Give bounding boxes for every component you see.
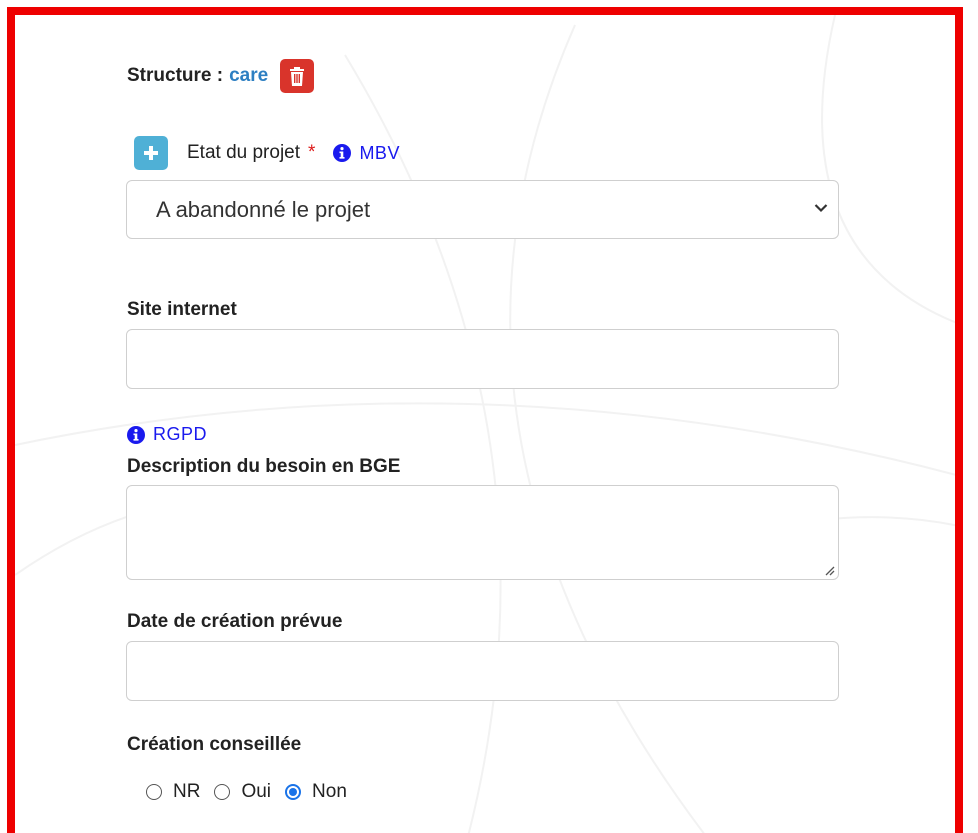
radio-circle-selected[interactable]: [285, 784, 302, 800]
radio-oui[interactable]: Oui: [214, 781, 271, 803]
creation-conseillee-label: Création conseillée: [127, 734, 302, 755]
site-input[interactable]: [126, 329, 839, 389]
radio-oui-label: Oui: [241, 781, 272, 802]
structure-row: Structure : care: [127, 58, 315, 94]
etat-label: Etat du projet: [187, 142, 301, 163]
required-mark: *: [308, 142, 316, 163]
description-textarea[interactable]: [126, 485, 839, 580]
radio-nr-label: NR: [173, 781, 201, 802]
rgpd-row: RGPD: [127, 424, 207, 446]
radio-dot: [289, 788, 298, 796]
radio-nr[interactable]: NR: [146, 781, 200, 803]
radio-circle[interactable]: [146, 784, 162, 800]
date-creation-label: Date de création prévue: [127, 611, 343, 632]
rgpd-link-text: RGPD: [153, 424, 208, 444]
trash-icon: [290, 66, 305, 86]
chevron-down-icon: [814, 204, 828, 213]
radio-circle[interactable]: [214, 784, 231, 800]
description-label: Description du besoin en BGE: [127, 456, 401, 477]
add-etat-button[interactable]: [134, 136, 168, 170]
delete-structure-button[interactable]: [280, 59, 315, 93]
structure-label: Structure :: [127, 65, 224, 86]
radio-non-label: Non: [312, 781, 347, 802]
creation-conseillee-radio-group: NR Oui Non: [146, 779, 361, 805]
info-circle-icon: [127, 425, 145, 444]
site-label: Site internet: [127, 299, 237, 320]
radio-non[interactable]: Non: [285, 781, 347, 803]
info-circle-icon: [333, 144, 352, 162]
mbv-info-link[interactable]: MBV: [333, 143, 400, 164]
etat-select-value: A abandonné le projet: [156, 196, 371, 222]
date-creation-input[interactable]: [126, 641, 839, 701]
mbv-link-text: MBV: [359, 142, 400, 163]
structure-link[interactable]: care: [229, 65, 268, 87]
resize-handle-icon[interactable]: [823, 564, 835, 576]
plus-icon: [144, 146, 158, 160]
etat-row: Etat du projet * MBV: [134, 135, 400, 171]
form-frame: [7, 7, 963, 833]
etat-select[interactable]: A abandonné le projet: [126, 180, 839, 239]
rgpd-info-link[interactable]: RGPD: [127, 424, 207, 445]
